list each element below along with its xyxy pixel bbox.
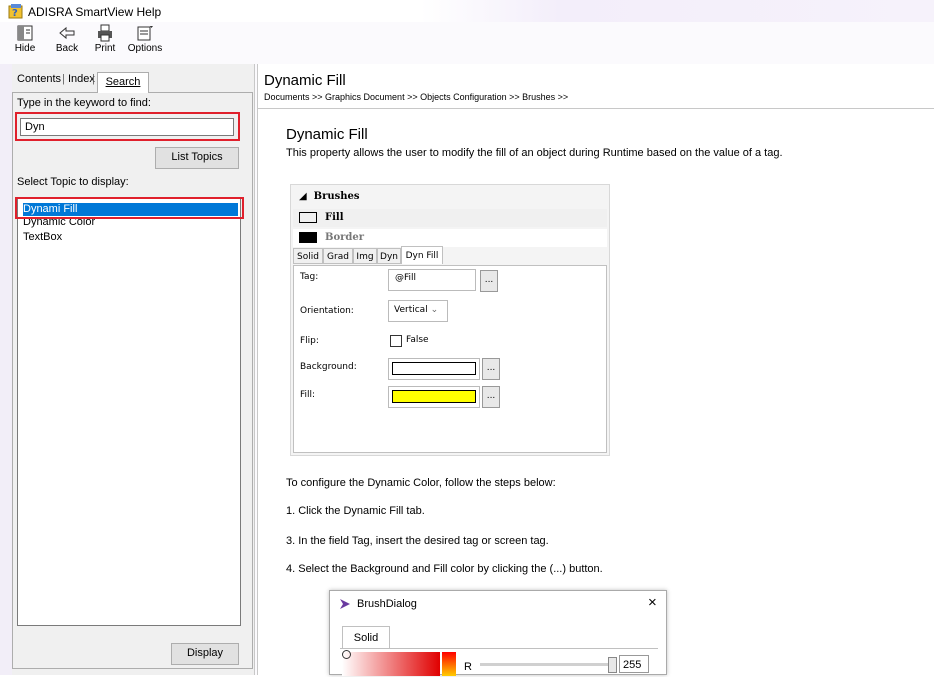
hide-label: Hide [14, 43, 36, 54]
print-label: Print [94, 43, 116, 54]
tag-browse-button: ... [480, 270, 498, 292]
steps-intro: To configure the Dynamic Color, follow t… [286, 477, 556, 489]
brush-dialog-icon [340, 599, 350, 609]
options-button[interactable]: Options [126, 22, 164, 62]
background-color-box [388, 358, 480, 380]
pane-splitter[interactable] [254, 64, 258, 675]
fill-browse-button: ... [482, 386, 500, 408]
tab-separator: | [62, 73, 65, 85]
background-label: Background: [300, 362, 357, 372]
hue-bar [442, 652, 456, 676]
dialog-tab-solid: Solid [342, 626, 390, 649]
highlight-box [15, 197, 244, 219]
pane-edge [0, 64, 12, 675]
border-swatch [299, 232, 317, 243]
flip-label: Flip: [300, 336, 319, 346]
background-swatch [392, 362, 476, 375]
options-label: Options [127, 43, 163, 54]
hide-icon [17, 25, 33, 41]
color-picker-handle [342, 650, 351, 659]
flip-value: False [406, 335, 429, 345]
tab-solid: Solid [293, 248, 323, 264]
red-channel-label: R [464, 661, 472, 673]
print-icon [98, 24, 112, 42]
svg-text:?: ? [12, 8, 18, 19]
toolbar: Hide Back Print Options [0, 22, 934, 64]
options-icon [137, 26, 153, 41]
step-item: 1. Click the Dynamic Fill tab. [286, 505, 425, 517]
brush-dialog-screenshot: BrushDialog × Solid R 255 [329, 590, 667, 676]
fill-color-swatch [392, 390, 476, 403]
display-button[interactable]: Display [171, 643, 239, 665]
section-heading: Dynamic Fill [286, 126, 368, 143]
tab-search[interactable]: Search [97, 72, 149, 93]
border-row-label: Border [325, 232, 365, 243]
window-title: ADISRA SmartView Help [28, 5, 162, 19]
fill-swatch [299, 212, 317, 223]
topic-label: Select Topic to display: [17, 176, 129, 188]
keyword-label: Type in the keyword to find: [17, 97, 151, 109]
tab-contents[interactable]: Contents [17, 73, 61, 89]
tab-separator: | [92, 73, 95, 85]
back-label: Back [55, 43, 79, 54]
topic-header [258, 64, 934, 109]
dyn-fill-panel: Tag: @Fill ... Orientation: Vertical ⌄ F… [293, 265, 607, 453]
topic-item[interactable]: TextBox [23, 231, 238, 244]
orientation-label: Orientation: [300, 306, 354, 316]
border-row: Border [293, 229, 607, 247]
tab-img: Img [353, 248, 377, 264]
background-browse-button: ... [482, 358, 500, 380]
section-title: ◢ Brushes [299, 191, 360, 202]
step-item: 4. Select the Background and Fill color … [286, 563, 603, 575]
tab-dyn: Dyn [377, 248, 401, 264]
highlight-box [15, 112, 240, 141]
back-arrow-icon [59, 26, 75, 40]
red-slider-thumb [608, 657, 617, 673]
tag-field: @Fill [388, 269, 476, 291]
chevron-down-icon: ⌄ [430, 305, 439, 315]
collapse-arrow-icon: ◢ [299, 191, 314, 202]
tab-index[interactable]: Index [68, 73, 95, 89]
breadcrumb: Documents >> Graphics Document >> Object… [264, 92, 569, 102]
brush-dialog-title: BrushDialog [357, 598, 417, 610]
back-button[interactable]: Back [48, 22, 86, 62]
tab-dyn-fill: Dyn Fill [401, 246, 443, 264]
fill-label: Fill: [300, 390, 316, 400]
red-value-field: 255 [619, 655, 649, 673]
tab-search-label: Search [105, 76, 141, 88]
orientation-select: Vertical ⌄ [388, 300, 448, 322]
tab-grad: Grad [323, 248, 353, 264]
fill-row-label: Fill [325, 212, 344, 223]
print-button[interactable]: Print [86, 22, 124, 62]
hide-button[interactable]: Hide [6, 22, 44, 62]
close-icon: × [648, 594, 657, 611]
fill-row: Fill [293, 209, 607, 227]
step-item: 3. In the field Tag, insert the desired … [286, 535, 549, 547]
topic-list[interactable]: Dynami Fill Dynamic Color TextBox [17, 197, 241, 626]
list-topics-button[interactable]: List Topics [155, 147, 239, 169]
description: This property allows the user to modify … [286, 147, 783, 159]
fill-color-box [388, 386, 480, 408]
page-title: Dynamic Fill [264, 72, 346, 89]
tag-label: Tag: [300, 272, 319, 282]
color-gradient [342, 652, 440, 676]
section-label: Brushes [313, 191, 360, 202]
red-slider-track [480, 663, 614, 666]
help-app-icon: ? [8, 4, 23, 19]
orientation-value: Vertical [394, 305, 428, 315]
properties-screenshot: ◢ Brushes Fill Border Solid Grad Img Dyn… [290, 184, 610, 456]
flip-checkbox [390, 335, 402, 347]
